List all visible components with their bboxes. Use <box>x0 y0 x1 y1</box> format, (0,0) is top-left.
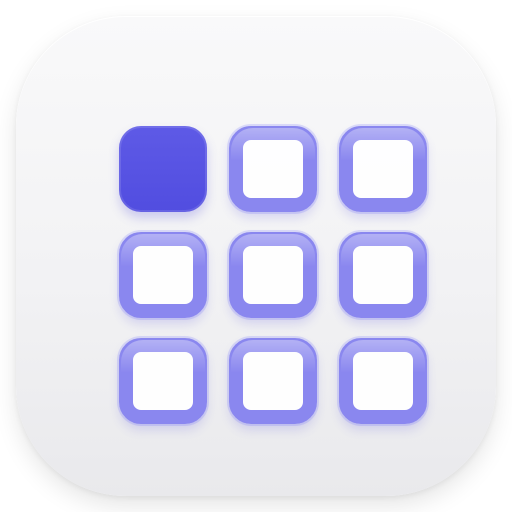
app-icon-tile[interactable] <box>16 16 496 496</box>
grid-cell-outline-icon <box>339 338 427 424</box>
grid-cell-filled-icon <box>119 126 207 212</box>
grid-cell-outline-icon <box>339 232 427 318</box>
grid-cell-outline-icon <box>339 126 427 212</box>
grid-cell-outline-icon <box>229 338 317 424</box>
grid-cell-outline-icon <box>119 232 207 318</box>
grid-cell-outline-icon <box>119 338 207 424</box>
grid-cell-outline-icon <box>229 126 317 212</box>
grid-cell-outline-icon <box>229 232 317 318</box>
app-grid-icon <box>119 126 427 424</box>
